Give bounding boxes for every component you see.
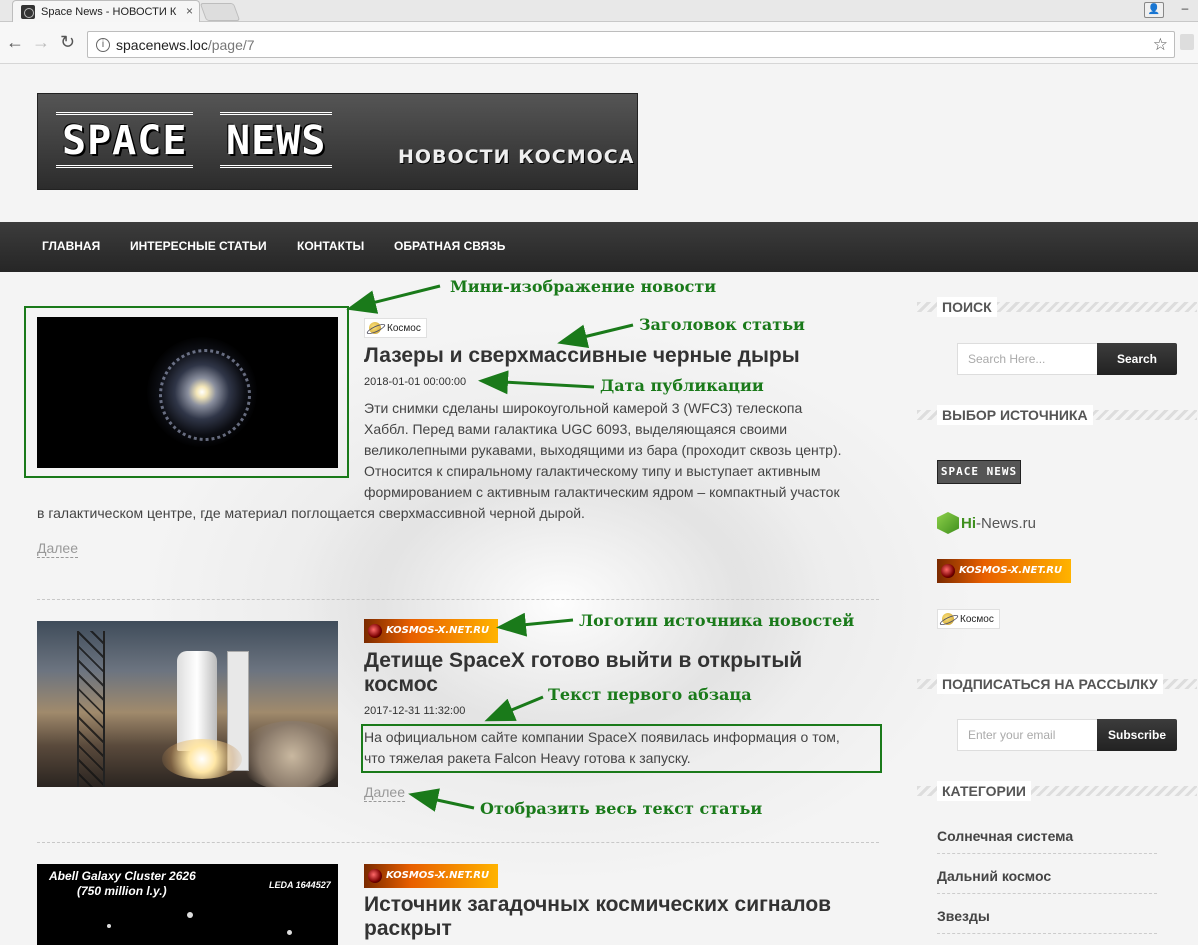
back-arrow-icon[interactable]: ← <box>6 32 24 52</box>
arrow-to-read-more <box>408 788 475 812</box>
close-tab-icon[interactable]: × <box>186 4 193 18</box>
tab-title: Space News - НОВОСТИ К <box>41 5 177 18</box>
favicon-icon <box>21 4 35 19</box>
arrow-to-paragraph <box>484 695 544 722</box>
user-profile-icon[interactable]: 👤 <box>1144 2 1164 18</box>
arrow-to-date <box>478 370 595 395</box>
info-icon[interactable]: i <box>96 37 110 52</box>
reload-icon[interactable]: ↻ <box>60 32 75 52</box>
annotation-arrows <box>346 284 634 812</box>
web-page: SPACE NEWS НОВОСТИ КОСМОСА ГЛАВНАЯ ИНТЕР… <box>0 64 1198 945</box>
arrow-to-title <box>557 323 634 348</box>
url-path: /page/7 <box>207 36 255 53</box>
arrow-to-source-logo <box>496 612 574 637</box>
arrow-to-thumbnail <box>346 284 441 314</box>
forward-arrow-icon[interactable]: → <box>32 32 50 52</box>
address-bar[interactable]: i spacenews.loc/page/7 ☆ <box>87 31 1175 58</box>
extension-icon[interactable] <box>1180 34 1194 50</box>
browser-tab-bar: Space News - НОВОСТИ К × 👤 – <box>0 0 1198 22</box>
url-host: spacenews.loc <box>116 36 208 53</box>
minimize-button[interactable]: – <box>1172 0 1198 18</box>
bookmark-star-icon[interactable]: ☆ <box>1153 35 1168 55</box>
browser-toolbar: ← → ↻ i spacenews.loc/page/7 ☆ <box>0 22 1198 64</box>
browser-tab[interactable]: Space News - НОВОСТИ К × <box>12 0 200 22</box>
new-tab-button[interactable] <box>199 3 241 21</box>
window-controls: 👤 – <box>1136 0 1198 20</box>
